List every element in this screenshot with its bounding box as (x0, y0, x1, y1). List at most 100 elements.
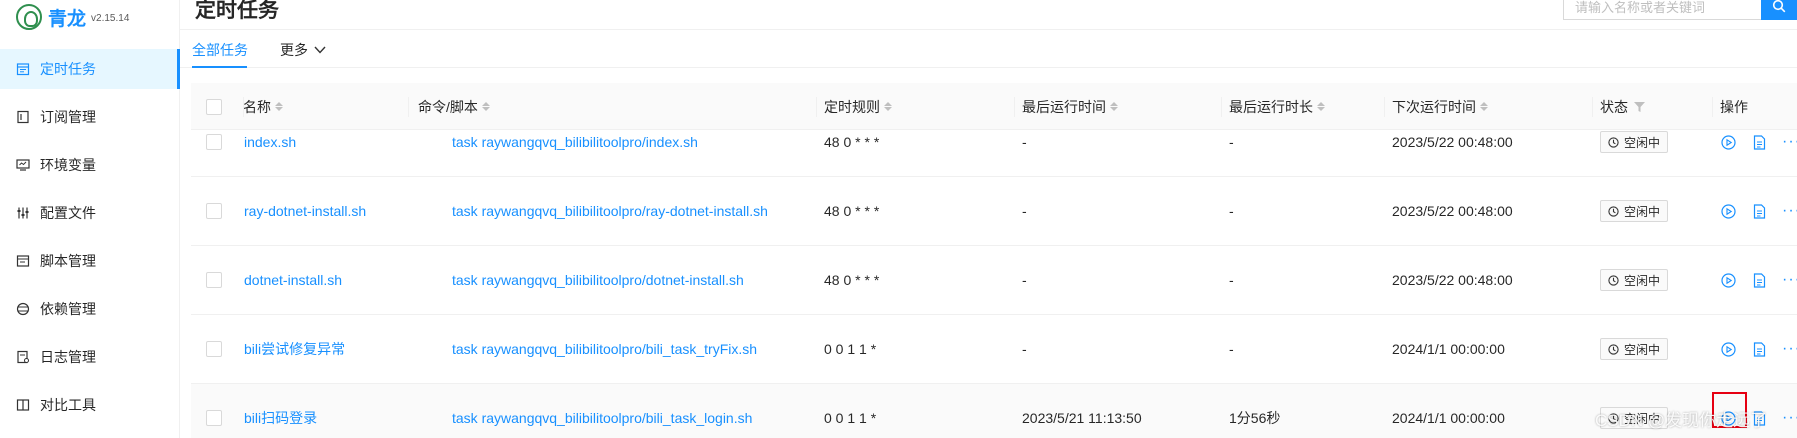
file-text-icon (1753, 203, 1765, 219)
select-all-checkbox-cell (206, 83, 222, 130)
column-command[interactable]: 命令/脚本 (408, 83, 778, 130)
column-separator (243, 97, 244, 117)
task-schedule: 0 0 1 1 * (824, 410, 877, 426)
sidebar-item-config[interactable]: 配置文件 (0, 193, 180, 233)
column-name[interactable]: 名称 (243, 83, 433, 130)
task-actions-cell: ··· (1720, 315, 1797, 383)
task-name-link[interactable]: bili扫码登录 (244, 384, 317, 438)
task-name-link[interactable]: ray-dotnet-install.sh (244, 177, 366, 245)
task-name-link[interactable]: bili尝试修复异常 (244, 315, 345, 383)
column-command-label: 命令/脚本 (418, 98, 478, 115)
row-checkbox[interactable] (206, 341, 222, 357)
column-schedule[interactable]: 定时规则 (816, 83, 956, 130)
task-next-run-time: 2024/1/1 00:00:00 (1392, 410, 1505, 426)
row-checkbox[interactable] (206, 410, 222, 426)
column-separator (1384, 97, 1385, 117)
sort-icon[interactable] (884, 102, 892, 111)
view-log-button[interactable] (1751, 203, 1767, 219)
sort-icon[interactable] (1480, 102, 1488, 111)
clock-icon (1608, 205, 1619, 217)
task-last-run-duration: - (1229, 341, 1234, 357)
table-row: bili扫码登录 task raywangqvq_bilibilitoolpro/… (191, 384, 1797, 438)
more-actions-button[interactable]: ··· (1782, 410, 1797, 426)
sidebar-item-cron[interactable]: 定时任务 (0, 49, 180, 89)
sidebar-nav: 定时任务 订阅管理 环境变量 配置文件 脚本管理 依赖管理 日志管理 对比工具 (0, 49, 180, 433)
column-last-run-time[interactable]: 最后运行时间 (1014, 83, 1214, 130)
log-icon (16, 350, 30, 364)
sidebar-item-scripts[interactable]: 脚本管理 (0, 241, 180, 281)
sidebar-item-logs[interactable]: 日志管理 (0, 337, 180, 377)
search-box: 请输入名称或者关键词 (1563, 0, 1797, 20)
run-button[interactable] (1720, 134, 1736, 150)
app-root: 青龙 v2.15.14 定时任务 订阅管理 环境变量 配置文件 脚本管理 依赖管… (0, 0, 1797, 438)
status-badge: 空闲中 (1600, 269, 1669, 291)
status-badge: 空闲中 (1600, 200, 1669, 222)
more-actions-button[interactable]: ··· (1782, 272, 1797, 288)
more-actions-button[interactable]: ··· (1782, 203, 1797, 219)
task-name-link[interactable]: dotnet-install.sh (244, 246, 342, 314)
column-last-run-duration-label: 最后运行时长 (1229, 98, 1313, 115)
task-status-cell: 空闲中 (1600, 246, 1669, 314)
column-schedule-label: 定时规则 (824, 98, 880, 115)
sidebar-item-subscriptions[interactable]: 订阅管理 (0, 97, 180, 137)
column-name-label: 名称 (243, 98, 271, 115)
table-row: ray-dotnet-install.sh task raywangqvq_bil… (191, 177, 1797, 246)
task-command-link[interactable]: task raywangqvq_bilibilitoolpro/ray-dotn… (452, 177, 768, 245)
column-last-run-duration[interactable]: 最后运行时长 (1221, 83, 1381, 130)
column-separator (816, 97, 817, 117)
sidebar-item-label: 日志管理 (40, 349, 96, 365)
row-checkbox[interactable] (206, 203, 222, 219)
row-checkbox[interactable] (206, 134, 222, 150)
filter-icon[interactable] (1634, 101, 1645, 112)
sort-icon[interactable] (1317, 102, 1325, 111)
search-input[interactable]: 请输入名称或者关键词 (1563, 0, 1761, 20)
column-status[interactable]: 状态 (1592, 83, 1712, 130)
view-log-button[interactable] (1751, 341, 1767, 357)
task-schedule: 48 0 * * * (824, 203, 880, 219)
task-schedule: 48 0 * * * (824, 272, 880, 288)
sidebar-item-diff[interactable]: 对比工具 (0, 385, 180, 425)
status-label: 空闲中 (1624, 342, 1661, 357)
status-label: 空闲中 (1624, 204, 1661, 219)
column-next-run-time[interactable]: 下次运行时间 (1384, 83, 1584, 130)
select-all-checkbox[interactable] (206, 98, 222, 115)
task-schedule: 0 0 1 1 * (824, 341, 877, 357)
search-button[interactable] (1761, 0, 1797, 20)
file-text-icon (1753, 341, 1765, 357)
column-separator (1014, 97, 1015, 117)
row-checkbox-cell (206, 246, 222, 314)
sort-icon[interactable] (481, 102, 490, 111)
column-actions-label: 操作 (1720, 98, 1748, 115)
sidebar-item-env[interactable]: 环境变量 (0, 145, 180, 185)
cron-table: 名称 命令/脚本 定时规则 最后运行时间 最后运行时长 下次运行时间 状态 操作… (191, 83, 1797, 438)
play-circle-icon (1720, 272, 1736, 288)
task-next-run-time: 2024/1/1 00:00:00 (1392, 341, 1505, 357)
task-command-link[interactable]: task raywangqvq_bilibilitoolpro/bili_tas… (452, 315, 757, 383)
sidebar: 青龙 v2.15.14 定时任务 订阅管理 环境变量 配置文件 脚本管理 依赖管… (0, 0, 180, 438)
run-button[interactable] (1720, 341, 1736, 357)
app-logo[interactable]: 青龙 v2.15.14 (16, 2, 129, 32)
view-log-button[interactable] (1751, 272, 1767, 288)
task-command-link[interactable]: task raywangqvq_bilibilitoolpro/dotnet-i… (452, 246, 744, 314)
task-last-run-duration: 1分56秒 (1229, 410, 1281, 426)
sort-icon[interactable] (1110, 102, 1118, 111)
sidebar-item-label: 定时任务 (40, 61, 96, 77)
column-next-run-time-label: 下次运行时间 (1392, 98, 1476, 115)
view-log-button[interactable] (1751, 134, 1767, 150)
run-button[interactable] (1720, 272, 1736, 288)
sidebar-item-dependencies[interactable]: 依赖管理 (0, 289, 180, 329)
task-actions-cell: ··· (1720, 246, 1797, 314)
row-checkbox[interactable] (206, 272, 222, 288)
task-command-link[interactable]: task raywangqvq_bilibilitoolpro/bili_tas… (452, 384, 752, 438)
run-button[interactable] (1720, 203, 1736, 219)
more-actions-button[interactable]: ··· (1782, 341, 1797, 357)
tab-more[interactable]: 更多 (280, 40, 326, 60)
more-actions-button[interactable]: ··· (1782, 134, 1797, 150)
task-last-run-time: 2023/5/21 11:13:50 (1022, 410, 1142, 426)
task-next-run-time: 2023/5/22 00:48:00 (1392, 203, 1513, 219)
play-circle-icon (1720, 341, 1736, 357)
task-last-run-time: - (1022, 272, 1027, 288)
sort-icon[interactable] (275, 102, 283, 111)
tab-all-tasks[interactable]: 全部任务 (192, 40, 248, 60)
sidebar-item-label: 订阅管理 (40, 109, 96, 125)
